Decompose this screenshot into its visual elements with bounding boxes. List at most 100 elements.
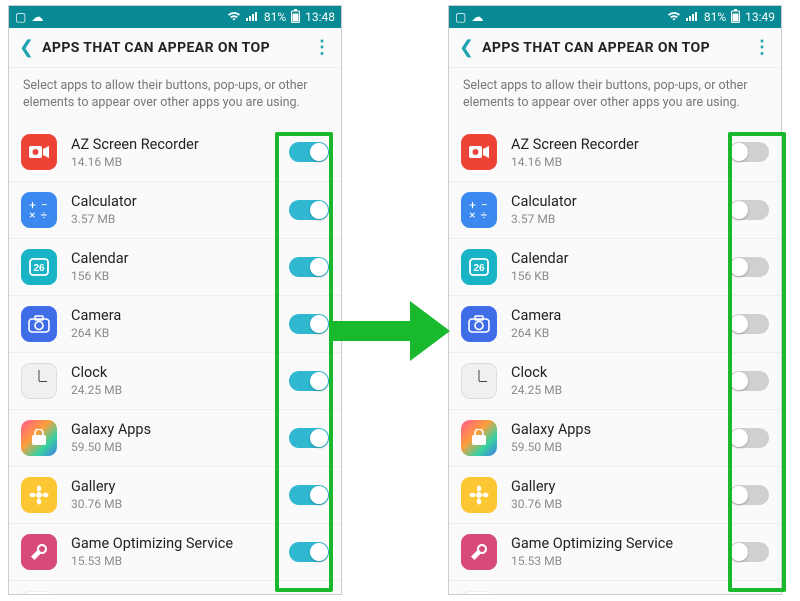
overlay-toggle[interactable] <box>289 257 329 277</box>
overlay-toggle[interactable] <box>729 542 769 562</box>
page-title: APPS THAT CAN APPEAR ON TOP <box>482 40 710 56</box>
overlay-toggle[interactable] <box>289 542 329 562</box>
camera-icon <box>21 306 57 342</box>
app-name-label: Galaxy Apps <box>511 421 729 438</box>
app-name-label: AZ Screen Recorder <box>71 136 289 153</box>
phone-screen: ▢ ☁ 81% 13:48 ❮ APPS THAT CAN APPEAR ON … <box>8 5 342 595</box>
app-size-label: 14.16 MB <box>511 155 729 169</box>
app-row[interactable]: Clock 24.25 MB <box>9 352 341 409</box>
title-bar: ❮ APPS THAT CAN APPEAR ON TOP ⋮ <box>449 28 781 68</box>
battery-label: 81% <box>704 10 726 24</box>
app-name-label: Galaxy Apps <box>71 421 289 438</box>
back-button[interactable]: ❮ <box>19 37 34 58</box>
app-size-label: 15.53 MB <box>511 554 729 568</box>
overlay-toggle[interactable] <box>289 485 329 505</box>
recorder-icon <box>461 134 497 170</box>
overflow-menu-button[interactable]: ⋮ <box>753 37 771 58</box>
gallery-icon <box>461 477 497 513</box>
app-size-label: 264 KB <box>511 326 729 340</box>
signal-icon <box>686 10 699 24</box>
app-row[interactable]: Camera 264 KB <box>449 295 781 352</box>
back-button[interactable]: ❮ <box>459 37 474 58</box>
app-size-label: 30.76 MB <box>71 497 289 511</box>
app-name-label: Clock <box>511 364 729 381</box>
overlay-toggle[interactable] <box>729 428 769 448</box>
battery-icon <box>291 9 300 26</box>
overlay-toggle[interactable] <box>289 314 329 334</box>
battery-label: 81% <box>264 10 286 24</box>
app-row[interactable]: Gallery 30.76 MB <box>9 466 341 523</box>
gallery-icon <box>21 477 57 513</box>
game-service-icon <box>21 534 57 570</box>
camera-icon <box>461 306 497 342</box>
app-size-label: 24.25 MB <box>511 383 729 397</box>
overlay-toggle[interactable] <box>729 485 769 505</box>
phone-screen: ▢ ☁ 81% 13:49 ❮ APPS THAT CAN APPEAR ON … <box>448 5 782 595</box>
overlay-toggle[interactable] <box>729 257 769 277</box>
screenshot-icon: ▢ <box>15 10 26 24</box>
app-size-label: 59.50 MB <box>511 440 729 454</box>
app-size-label: 14.16 MB <box>71 155 289 169</box>
app-size-label: 3.57 MB <box>71 212 289 226</box>
app-name-label: Camera <box>511 307 729 324</box>
app-row[interactable]: AZ Screen Recorder 14.16 MB <box>9 124 341 181</box>
app-row[interactable]: 26 Calendar 156 KB <box>9 238 341 295</box>
app-name-label: Gallery <box>511 478 729 495</box>
cloud-icon: ☁ <box>31 10 43 24</box>
app-name-label: Calendar <box>511 250 729 267</box>
calculator-icon: + −× ÷ <box>461 192 497 228</box>
app-name-label: Calculator <box>511 193 729 210</box>
screenshot-icon: ▢ <box>455 10 466 24</box>
app-size-label: 30.76 MB <box>511 497 729 511</box>
app-name-label: Clock <box>71 364 289 381</box>
overflow-menu-button[interactable]: ⋮ <box>313 37 331 58</box>
calendar-icon: 26 <box>21 249 57 285</box>
app-list[interactable]: AZ Screen Recorder 14.16 MB + −× ÷ Calcu… <box>449 124 781 594</box>
app-row[interactable]: + −× ÷ Calculator 3.57 MB <box>9 181 341 238</box>
play-services-icon <box>461 591 497 594</box>
page-title: APPS THAT CAN APPEAR ON TOP <box>42 40 270 56</box>
clock-icon <box>21 363 57 399</box>
app-size-label: 59.50 MB <box>71 440 289 454</box>
status-bar: ▢ ☁ 81% 13:48 <box>9 6 341 28</box>
app-row[interactable]: Clock 24.25 MB <box>449 352 781 409</box>
svg-text:26: 26 <box>33 263 45 274</box>
app-size-label: 3.57 MB <box>511 212 729 226</box>
clock-label: 13:49 <box>745 10 775 24</box>
comparison-container: ▢ ☁ 81% 13:48 ❮ APPS THAT CAN APPEAR ON … <box>0 0 800 600</box>
app-row[interactable]: Camera 264 KB <box>9 295 341 352</box>
overlay-toggle[interactable] <box>729 200 769 220</box>
app-size-label: 24.25 MB <box>71 383 289 397</box>
app-row[interactable]: 26 Calendar 156 KB <box>449 238 781 295</box>
app-name-label: Calendar <box>71 250 289 267</box>
app-row[interactable]: Galaxy Apps 59.50 MB <box>9 409 341 466</box>
app-list[interactable]: AZ Screen Recorder 14.16 MB + −× ÷ Calcu… <box>9 124 341 594</box>
app-row[interactable]: Game Optimizing Service 15.53 MB <box>449 523 781 580</box>
battery-icon <box>731 9 740 26</box>
overlay-toggle[interactable] <box>289 142 329 162</box>
overlay-toggle[interactable] <box>729 314 769 334</box>
calculator-icon: + −× ÷ <box>21 192 57 228</box>
app-row[interactable]: Galaxy Apps 59.50 MB <box>449 409 781 466</box>
app-row[interactable]: Google Play services <box>449 580 781 594</box>
overlay-toggle[interactable] <box>289 200 329 220</box>
play-services-icon <box>21 591 57 594</box>
app-name-label: Gallery <box>71 478 289 495</box>
app-row[interactable]: AZ Screen Recorder 14.16 MB <box>449 124 781 181</box>
wifi-icon <box>227 10 241 24</box>
app-size-label: 156 KB <box>511 269 729 283</box>
app-row[interactable]: Game Optimizing Service 15.53 MB <box>9 523 341 580</box>
app-size-label: 156 KB <box>71 269 289 283</box>
app-row[interactable]: + −× ÷ Calculator 3.57 MB <box>449 181 781 238</box>
galaxy-apps-icon <box>461 420 497 456</box>
overlay-toggle[interactable] <box>729 142 769 162</box>
overlay-toggle[interactable] <box>729 371 769 391</box>
app-row[interactable]: Gallery 30.76 MB <box>449 466 781 523</box>
recorder-icon <box>21 134 57 170</box>
app-row[interactable]: Google Play services <box>9 580 341 594</box>
overlay-toggle[interactable] <box>289 428 329 448</box>
title-bar: ❮ APPS THAT CAN APPEAR ON TOP ⋮ <box>9 28 341 68</box>
app-name-label: AZ Screen Recorder <box>511 136 729 153</box>
clock-icon <box>461 363 497 399</box>
overlay-toggle[interactable] <box>289 371 329 391</box>
